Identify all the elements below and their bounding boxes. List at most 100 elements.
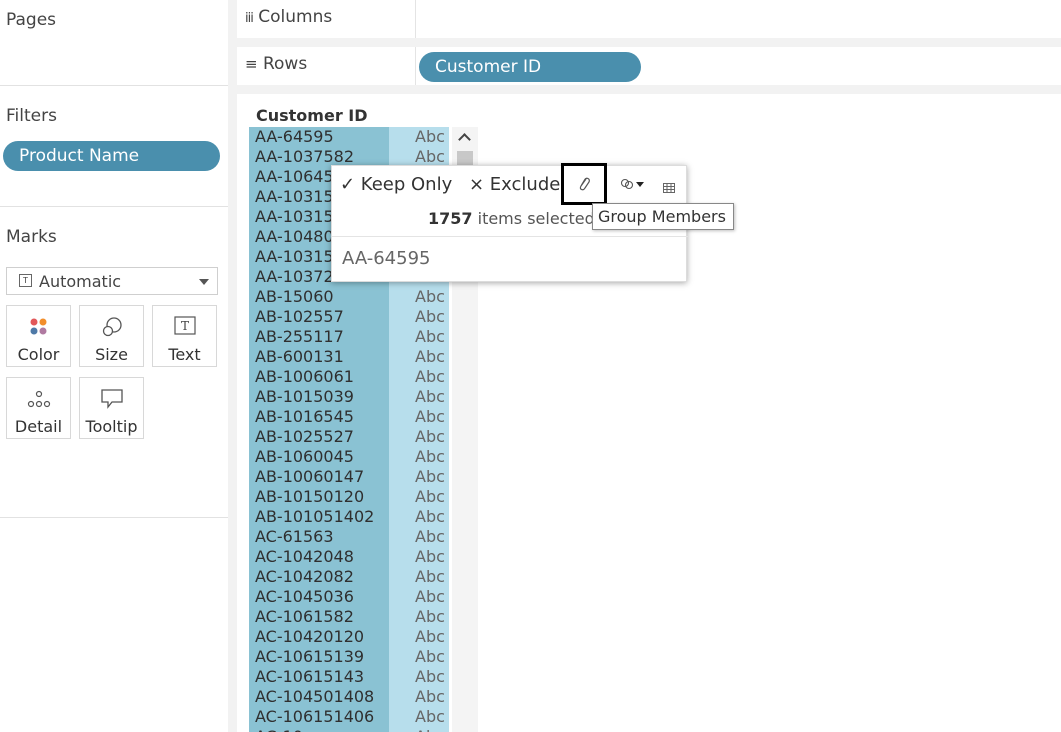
customer-id-cell[interactable]: AB-255117 <box>255 327 344 347</box>
group-members-button[interactable] <box>561 163 607 205</box>
customer-id-cell[interactable]: AC-106151406 <box>255 707 374 727</box>
table-row[interactable]: AA-64595 Abc <box>249 127 449 147</box>
abc-cell[interactable]: Abc <box>415 467 445 487</box>
customer-id-cell[interactable]: AC-1042082 <box>255 567 354 587</box>
abc-cell[interactable]: Abc <box>415 547 445 567</box>
abc-cell[interactable]: Abc <box>415 707 445 727</box>
abc-cell[interactable]: Abc <box>415 147 445 167</box>
customer-id-cell[interactable]: AB-1016545 <box>255 407 354 427</box>
abc-cell[interactable]: Abc <box>415 727 445 732</box>
abc-cell[interactable]: Abc <box>415 487 445 507</box>
table-row[interactable]: AB-1060045 Abc <box>249 447 449 467</box>
table-row[interactable]: AB-102557 Abc <box>249 307 449 327</box>
scroll-up-icon[interactable] <box>458 133 471 146</box>
rows-pill-customer-id[interactable]: Customer ID <box>419 52 641 82</box>
customer-id-cell[interactable]: AB-1006061 <box>255 367 354 387</box>
exclude-button[interactable]: × Exclude <box>469 174 560 195</box>
abc-cell[interactable]: Abc <box>415 307 445 327</box>
table-row[interactable]: AB-10060147 Abc <box>249 467 449 487</box>
customer-id-cell[interactable]: AA-10315 <box>255 207 334 227</box>
table-row[interactable]: AB-255117 Abc <box>249 327 449 347</box>
customer-id-cell[interactable]: AC-61563 <box>255 527 334 547</box>
abc-cell[interactable]: Abc <box>415 647 445 667</box>
customer-id-cell[interactable]: AA-10315 <box>255 247 334 267</box>
table-row[interactable]: AC-10420120 Abc <box>249 627 449 647</box>
table-row[interactable]: AB-1006061 Abc <box>249 367 449 387</box>
abc-cell[interactable]: Abc <box>415 327 445 347</box>
abc-cell[interactable]: Abc <box>415 527 445 547</box>
customer-id-cell[interactable]: AB-15060 <box>255 287 334 307</box>
table-row[interactable]: AB-15060 Abc <box>249 287 449 307</box>
abc-cell[interactable]: Abc <box>415 287 445 307</box>
customer-id-cell[interactable]: AC-1045036 <box>255 587 354 607</box>
customer-id-cell[interactable]: AC-104501408 <box>255 687 374 707</box>
customer-id-cell[interactable]: AB-10060147 <box>255 467 364 487</box>
abc-cell[interactable]: Abc <box>415 667 445 687</box>
color-button[interactable]: Color <box>6 305 71 367</box>
table-row[interactable]: AC-106151406 Abc <box>249 707 449 727</box>
table-row[interactable]: AB-10150120 Abc <box>249 487 449 507</box>
customer-id-cell[interactable]: AC-10615139 <box>255 647 364 667</box>
abc-cell[interactable]: Abc <box>415 507 445 527</box>
abc-cell[interactable]: Abc <box>415 367 445 387</box>
customer-id-cell[interactable]: AC-1042048 <box>255 547 354 567</box>
table-row[interactable]: AC-1045036 Abc <box>249 587 449 607</box>
customer-id-cell[interactable]: AB-101051402 <box>255 507 374 527</box>
table-row[interactable]: AB-1025527 Abc <box>249 427 449 447</box>
view-data-icon[interactable] <box>663 178 675 193</box>
tooltip-button[interactable]: Tooltip <box>79 377 144 439</box>
customer-id-cell[interactable]: AC-1061582 <box>255 607 354 627</box>
customer-id-cell[interactable]: AC-10420120 <box>255 627 364 647</box>
abc-cell[interactable]: Abc <box>415 447 445 467</box>
table-row[interactable]: AC-10 Abc <box>249 727 449 732</box>
size-button[interactable]: Size <box>79 305 144 367</box>
create-set-icon[interactable] <box>620 178 646 193</box>
customer-id-cell[interactable]: AA-1037582 <box>255 147 354 167</box>
abc-cell[interactable]: Abc <box>415 387 445 407</box>
table-row[interactable]: AC-10615139 Abc <box>249 647 449 667</box>
customer-id-cell[interactable]: AA-10480 <box>255 227 334 247</box>
customer-id-cell[interactable]: AC-10 <box>255 727 303 732</box>
table-row[interactable]: AC-1042048 Abc <box>249 547 449 567</box>
table-row[interactable]: AC-1042082 Abc <box>249 567 449 587</box>
customer-id-cell[interactable]: AB-10150120 <box>255 487 364 507</box>
customer-id-cell[interactable]: AA-10315 <box>255 187 334 207</box>
table-row[interactable]: AB-1015039 Abc <box>249 387 449 407</box>
rows-shelf[interactable]: ≡ Rows <box>237 47 1061 86</box>
size-icon <box>80 316 143 338</box>
column-header-customer-id[interactable]: Customer ID <box>256 106 368 125</box>
abc-cell[interactable]: Abc <box>415 607 445 627</box>
table-row[interactable]: AC-61563 Abc <box>249 527 449 547</box>
filter-pill-product-name[interactable]: Product Name <box>3 141 220 171</box>
abc-cell[interactable]: Abc <box>415 687 445 707</box>
abc-cell[interactable]: Abc <box>415 567 445 587</box>
keep-only-button[interactable]: ✓ Keep Only <box>340 174 452 195</box>
table-row[interactable]: AB-101051402 Abc <box>249 507 449 527</box>
table-row[interactable]: AC-1061582 Abc <box>249 607 449 627</box>
table-row[interactable]: AA-1037582 Abc <box>249 147 449 167</box>
detail-button[interactable]: Detail <box>6 377 71 439</box>
customer-id-cell[interactable]: AB-600131 <box>255 347 344 367</box>
abc-cell[interactable]: Abc <box>415 347 445 367</box>
detail-label: Detail <box>14 417 63 436</box>
mark-type-dropdown[interactable]: T Automatic <box>6 267 218 295</box>
table-row[interactable]: AB-600131 Abc <box>249 347 449 367</box>
columns-shelf[interactable]: iii Columns <box>237 0 1061 39</box>
abc-cell[interactable]: Abc <box>415 407 445 427</box>
customer-id-cell[interactable]: AB-102557 <box>255 307 344 327</box>
table-row[interactable]: AC-104501408 Abc <box>249 687 449 707</box>
table-row[interactable]: AB-1016545 Abc <box>249 407 449 427</box>
customer-id-cell[interactable]: AB-1015039 <box>255 387 354 407</box>
customer-id-cell[interactable]: AA-10372 <box>255 267 334 287</box>
customer-id-cell[interactable]: AC-10615143 <box>255 667 364 687</box>
customer-id-cell[interactable]: AB-1025527 <box>255 427 354 447</box>
abc-cell[interactable]: Abc <box>415 627 445 647</box>
abc-cell[interactable]: Abc <box>415 427 445 447</box>
abc-cell[interactable]: Abc <box>415 127 445 147</box>
abc-cell[interactable]: Abc <box>415 587 445 607</box>
customer-id-cell[interactable]: AA-10645 <box>255 167 334 187</box>
customer-id-cell[interactable]: AB-1060045 <box>255 447 354 467</box>
table-row[interactable]: AC-10615143 Abc <box>249 667 449 687</box>
text-button[interactable]: T Text <box>152 305 217 367</box>
customer-id-cell[interactable]: AA-64595 <box>255 127 334 147</box>
